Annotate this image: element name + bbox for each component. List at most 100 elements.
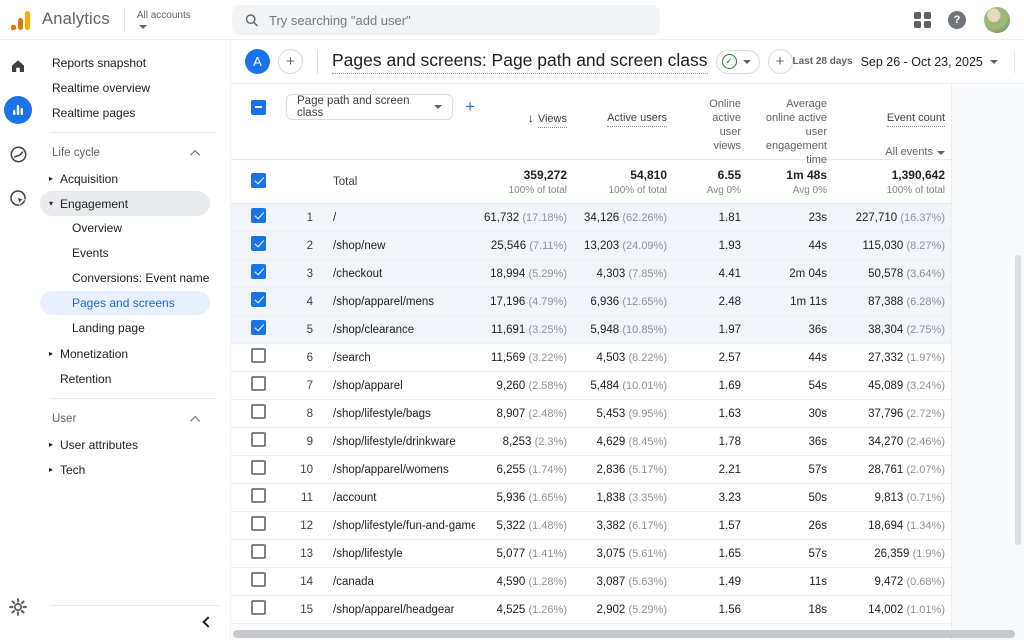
table-row: 3/checkout18,994 (5.29%)4,303 (7.85%)4.4… (231, 260, 951, 288)
sidebar-item-monetization[interactable]: ▸Monetization (40, 341, 210, 366)
row-rank: 5 (281, 324, 315, 336)
home-icon[interactable] (4, 52, 32, 80)
sidebar-item-tech[interactable]: ▸Tech (40, 457, 210, 482)
sidebar-item-realtime-overview[interactable]: Realtime overview (40, 75, 210, 100)
row-views: 8,907 (2.48%) (475, 408, 567, 420)
row-page-path: /shop/apparel/womens (315, 464, 475, 476)
sidebar-item-life-cycle[interactable]: Life cycle (40, 140, 210, 166)
row-views: 17,196 (4.79%) (475, 296, 567, 308)
report-content: A + Pages and screens: Page path and scr… (230, 40, 1024, 640)
vertical-scrollbar[interactable] (1015, 255, 1021, 545)
sort-desc-icon: ↓ (528, 111, 534, 125)
avatar[interactable] (984, 7, 1010, 33)
account-switcher[interactable]: All accounts (137, 11, 191, 29)
total-checkbox[interactable] (251, 173, 266, 188)
sidebar-item-user[interactable]: User (40, 406, 210, 432)
row-checkbox[interactable] (251, 208, 266, 223)
add-property-button[interactable]: + (278, 49, 303, 74)
row-active-users: 4,629 (8.45%) (567, 436, 667, 448)
sidebar-item-events[interactable]: Events (40, 241, 210, 265)
row-checkbox[interactable] (251, 376, 266, 391)
row-checkbox[interactable] (251, 544, 266, 559)
sidebar-item-label: Realtime overview (52, 81, 150, 95)
row-checkbox[interactable] (251, 572, 266, 587)
row-rank: 10 (281, 464, 315, 476)
table-row: 10/shop/apparel/womens6,255 (1.74%)2,836… (231, 456, 951, 484)
explore-icon[interactable] (4, 140, 32, 168)
report-saved-status[interactable]: ✓ (716, 50, 760, 74)
sidebar-item-label: Life cycle (52, 147, 100, 159)
row-active-users: 13,203 (24.09%) (567, 240, 667, 252)
collapse-sidebar-icon[interactable] (202, 616, 213, 627)
row-rank: 12 (281, 520, 315, 532)
row-views: 4,590 (1.28%) (475, 576, 567, 588)
reports-icon[interactable] (4, 96, 32, 124)
sidebar-item-overview[interactable]: Overview (40, 216, 210, 240)
row-page-path: /canada (315, 576, 475, 588)
apps-grid-icon[interactable] (914, 12, 930, 28)
row-checkbox[interactable] (251, 460, 266, 475)
row-checkbox[interactable] (251, 264, 266, 279)
sidebar-item-label: Acquisition (60, 172, 118, 186)
column-header-online-active-user-views[interactable]: Online active user views (667, 85, 741, 153)
row-avg-engagement: 54s (741, 380, 827, 392)
add-report-button[interactable]: + (768, 49, 793, 74)
help-icon[interactable]: ? (948, 11, 966, 29)
column-header-active-users[interactable]: Active users (567, 85, 667, 125)
column-header-avg-engagement-time[interactable]: Average online active user engagement ti… (741, 85, 827, 167)
table-right-gutter (951, 85, 1024, 640)
row-page-path: /shop/lifestyle/bags (315, 408, 475, 420)
row-views: 9,260 (2.58%) (475, 380, 567, 392)
sidebar-item-user-attributes[interactable]: ▸User attributes (40, 432, 210, 457)
row-views: 25,546 (7.11%) (475, 240, 567, 252)
sidebar-item-label: Overview (72, 221, 122, 235)
row-active-users: 3,087 (5.63%) (567, 576, 667, 588)
sidebar-item-engagement[interactable]: ▾Engagement (40, 191, 210, 216)
add-dimension-button[interactable]: + (465, 97, 475, 117)
sidebar-item-realtime-pages[interactable]: Realtime pages (40, 100, 210, 125)
row-active-users: 1,838 (3.35%) (567, 492, 667, 504)
row-views: 5,077 (1.41%) (475, 548, 567, 560)
row-views: 61,732 (17.18%) (475, 212, 567, 224)
advertising-icon[interactable] (4, 184, 32, 212)
row-checkbox[interactable] (251, 432, 266, 447)
row-views: 5,322 (1.48%) (475, 520, 567, 532)
row-avg-engagement: 1m 11s (741, 296, 827, 308)
column-header-event-count[interactable]: Event count All events (827, 85, 945, 173)
row-checkbox[interactable] (251, 236, 266, 251)
date-range-picker[interactable]: Sep 26 - Oct 23, 2025 (861, 55, 983, 69)
row-active-users: 2,836 (5.17%) (567, 464, 667, 476)
sidebar-item-conversions-event-name[interactable]: Conversions: Event name (40, 266, 210, 290)
search-input[interactable] (269, 13, 648, 28)
row-rank: 15 (281, 604, 315, 616)
sidebar-item-retention[interactable]: Retention (40, 366, 210, 391)
row-rank: 2 (281, 240, 315, 252)
event-filter-dropdown[interactable]: All events (827, 145, 945, 159)
row-event-count: 27,332 (1.97%) (827, 352, 945, 364)
sidebar-item-acquisition[interactable]: ▸Acquisition (40, 166, 210, 191)
property-badge[interactable]: A (245, 49, 270, 74)
total-avg-engagement: 1m 48sAvg 0% (741, 168, 827, 196)
search-icon (244, 12, 259, 28)
row-checkbox[interactable] (251, 348, 266, 363)
dimension-dropdown[interactable]: Page path and screen class (286, 94, 453, 120)
report-title[interactable]: Pages and screens: Page path and screen … (332, 50, 708, 74)
global-search[interactable] (232, 5, 660, 35)
row-checkbox[interactable] (251, 516, 266, 531)
horizontal-scrollbar[interactable] (233, 630, 1015, 638)
row-event-count: 38,304 (2.75%) (827, 324, 945, 336)
row-checkbox[interactable] (251, 488, 266, 503)
admin-gear-icon[interactable] (8, 597, 28, 622)
sidebar-item-reports-snapshot[interactable]: Reports snapshot (40, 50, 210, 75)
sidebar-item-pages-and-screens[interactable]: Pages and screens (40, 291, 210, 315)
select-all-checkbox[interactable] (251, 100, 266, 115)
column-header-views[interactable]: ↓Views (475, 85, 567, 126)
chevron-right-icon: ▸ (42, 174, 60, 183)
sidebar-divider (50, 398, 216, 399)
row-checkbox[interactable] (251, 320, 266, 335)
row-active-users: 4,503 (8.22%) (567, 352, 667, 364)
row-checkbox[interactable] (251, 292, 266, 307)
sidebar-item-landing-page[interactable]: Landing page (40, 316, 210, 340)
row-checkbox[interactable] (251, 404, 266, 419)
row-checkbox[interactable] (251, 600, 266, 615)
